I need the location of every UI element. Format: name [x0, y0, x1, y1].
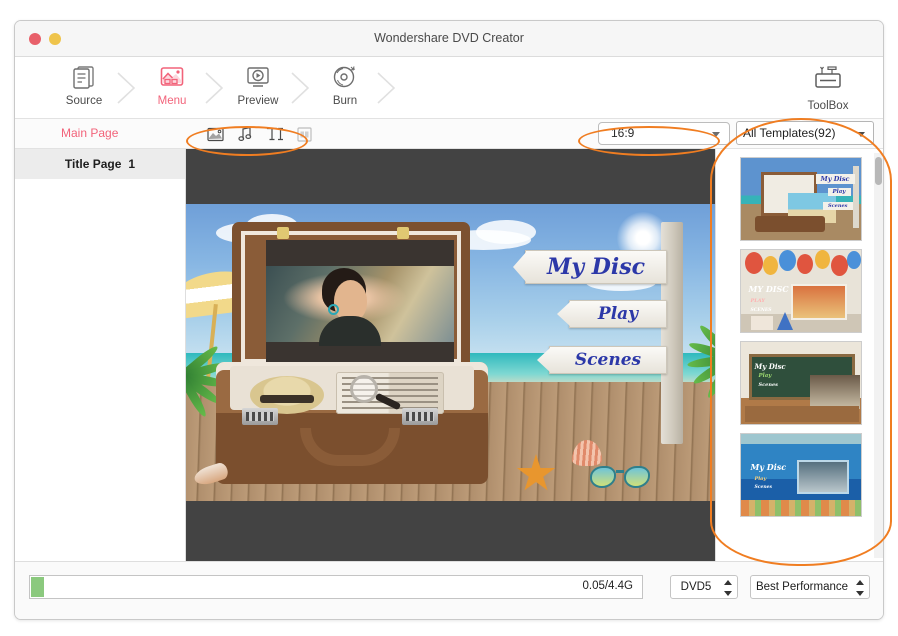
- text-ti-icon[interactable]: [264, 124, 286, 144]
- disc-space-text: 0.05/4.4G: [582, 580, 633, 592]
- template-scenes-text: SCENES: [750, 308, 772, 313]
- menu-preview-stage[interactable]: My Disc Play Scenes: [186, 149, 715, 561]
- template-scenes-text: Scenes: [823, 202, 853, 210]
- control-row: Main Page 16:9 All Templates(92): [15, 119, 883, 149]
- templates-panel[interactable]: My Disc Play Scenes MY DISC PLAY SCENES: [715, 149, 883, 561]
- template-play-text: Play: [758, 373, 772, 379]
- disc-type-value: DVD5: [680, 581, 712, 593]
- template-title-text: MY DISC: [748, 284, 789, 294]
- template-thumbnail[interactable]: My Disc Play Scenes: [739, 341, 862, 425]
- toolbox-icon: [793, 63, 863, 98]
- hat-band: [260, 395, 314, 403]
- step-chevron-4: [375, 71, 401, 105]
- chevron-down-icon: [857, 132, 865, 137]
- aspect-ratio-select[interactable]: 16:9: [598, 122, 730, 145]
- grid-thumbnail-icon: [293, 124, 315, 144]
- quality-value: Best Performance: [755, 581, 849, 593]
- template-play-text: Play: [754, 476, 767, 482]
- disc-space-progress: 0.05/4.4G: [29, 575, 643, 599]
- body-area: Title Page 1 My Disc Play Scenes My Disc…: [15, 149, 883, 562]
- template-filter-value: All Templates(92): [743, 126, 836, 140]
- template-thumbnail[interactable]: My Disc Play Scenes: [739, 157, 862, 241]
- toolbox-label: ToolBox: [807, 100, 849, 112]
- template-filter-select[interactable]: All Templates(92): [736, 121, 874, 145]
- stepper-arrows-icon: [723, 580, 732, 596]
- aspect-ratio-value: 16:9: [611, 126, 635, 140]
- templates-scrollbar[interactable]: [874, 153, 883, 558]
- suitcase-hinge: [397, 227, 409, 239]
- app-window: Wondershare DVD Creator Source Menu Prev…: [14, 20, 884, 620]
- template-scenes-text: Scenes: [754, 485, 773, 490]
- template-play-text: Play: [827, 188, 851, 196]
- video-thumbnail-frame[interactable]: [266, 240, 454, 370]
- disc-type-select[interactable]: DVD5: [670, 575, 738, 599]
- template-title-text: My Disc: [754, 362, 786, 371]
- quality-select[interactable]: Best Performance: [750, 575, 870, 599]
- play-button-text[interactable]: Play: [569, 300, 667, 328]
- template-thumbnail[interactable]: MY DISC PLAY SCENES: [739, 249, 862, 333]
- toolbox-button[interactable]: ToolBox: [793, 63, 863, 112]
- template-title-text: My Disc: [815, 174, 855, 184]
- stepper-arrows-icon: [855, 580, 864, 596]
- thumbnail-earring: [328, 304, 340, 315]
- suitcase-hinge: [277, 227, 289, 239]
- menu-title-text[interactable]: My Disc: [525, 250, 667, 284]
- video-thumbnail-image: [266, 266, 454, 346]
- template-thumbnail[interactable]: My Disc Play Scenes: [739, 433, 862, 517]
- main-page-tab[interactable]: Main Page: [61, 126, 118, 140]
- progress-fill: [31, 577, 44, 597]
- suitcase-latch: [242, 408, 278, 425]
- suitcase-prop: [216, 222, 488, 484]
- thumbnail-person-body: [318, 316, 381, 346]
- window-title: Wondershare DVD Creator: [374, 31, 524, 45]
- signpost-group: My Disc Play Scenes: [471, 218, 691, 448]
- list-item[interactable]: Title Page 1: [15, 149, 185, 179]
- template-play-text: PLAY: [750, 298, 765, 304]
- suitcase-lid: [232, 222, 470, 372]
- background-image-icon[interactable]: [205, 124, 227, 144]
- page-list: Title Page 1: [15, 149, 186, 561]
- footer-bar: 0.05/4.4G DVD5 Best Performance: [15, 562, 883, 619]
- step-navigation: Source Menu Preview Burn ToolBox: [15, 57, 883, 119]
- menu-tools-group: [201, 121, 319, 147]
- template-scenes-text: Scenes: [758, 382, 778, 388]
- scrollbar-thumb[interactable]: [875, 157, 882, 185]
- dvd-menu-canvas[interactable]: My Disc Play Scenes: [186, 204, 715, 501]
- title-bar: Wondershare DVD Creator: [15, 21, 883, 57]
- chevron-down-icon: [712, 132, 720, 137]
- suitcase-latch: [402, 408, 438, 425]
- sunglasses-prop: [590, 466, 650, 490]
- music-note-icon[interactable]: [234, 124, 256, 144]
- title-page-number: 1: [128, 157, 136, 171]
- scenes-button-text[interactable]: Scenes: [549, 346, 667, 374]
- magnifier-prop: [350, 375, 378, 403]
- template-title-text: My Disc: [750, 462, 787, 472]
- title-page-label: Title Page: [64, 157, 122, 171]
